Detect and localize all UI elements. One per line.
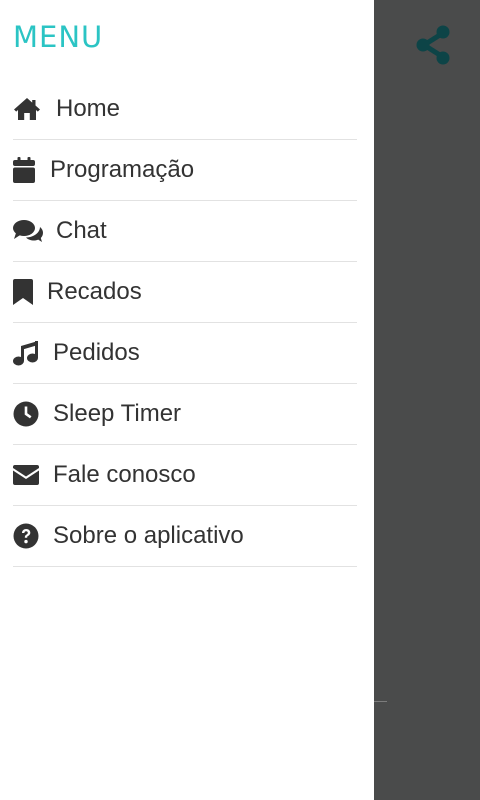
- menu-item-label: Recados: [47, 278, 142, 305]
- menu-item-label: Fale conosco: [53, 461, 196, 488]
- share-icon: [416, 25, 452, 70]
- menu-item-label: Home: [56, 95, 121, 122]
- menu-item-label: Pedidos: [53, 339, 140, 366]
- menu-item-chat[interactable]: Chat: [13, 201, 357, 262]
- menu-item-label: Programação: [50, 156, 195, 183]
- drawer-scrim[interactable]: [374, 0, 480, 800]
- menu-item-fale-conosco[interactable]: Fale conosco: [13, 445, 357, 506]
- navigation-drawer: MENU Home Programação Chat Recados Pedid…: [0, 0, 374, 800]
- menu-item-label: Sleep Timer: [53, 400, 182, 427]
- menu-item-sleep-timer[interactable]: Sleep Timer: [13, 384, 357, 445]
- clock-icon: [13, 400, 53, 428]
- menu-item-label: Sobre o aplicativo: [53, 522, 244, 549]
- menu-item-recados[interactable]: Recados: [13, 262, 357, 323]
- chat-icon: [13, 217, 56, 245]
- menu-item-sobre[interactable]: Sobre o aplicativo: [13, 506, 357, 567]
- share-button[interactable]: [413, 25, 455, 70]
- menu-list: Home Programação Chat Recados Pedidos Sl…: [13, 79, 357, 567]
- envelope-icon: [13, 461, 53, 489]
- calendar-icon: [13, 156, 50, 184]
- bookmark-icon: [13, 278, 47, 306]
- background-divider: [374, 701, 387, 702]
- question-circle-icon: [13, 522, 53, 550]
- menu-item-label: Chat: [56, 217, 107, 244]
- menu-item-pedidos[interactable]: Pedidos: [13, 323, 357, 384]
- menu-item-programacao[interactable]: Programação: [13, 140, 357, 201]
- home-icon: [13, 95, 56, 123]
- music-icon: [13, 339, 53, 367]
- menu-title: MENU: [13, 20, 104, 54]
- menu-item-home[interactable]: Home: [13, 79, 357, 140]
